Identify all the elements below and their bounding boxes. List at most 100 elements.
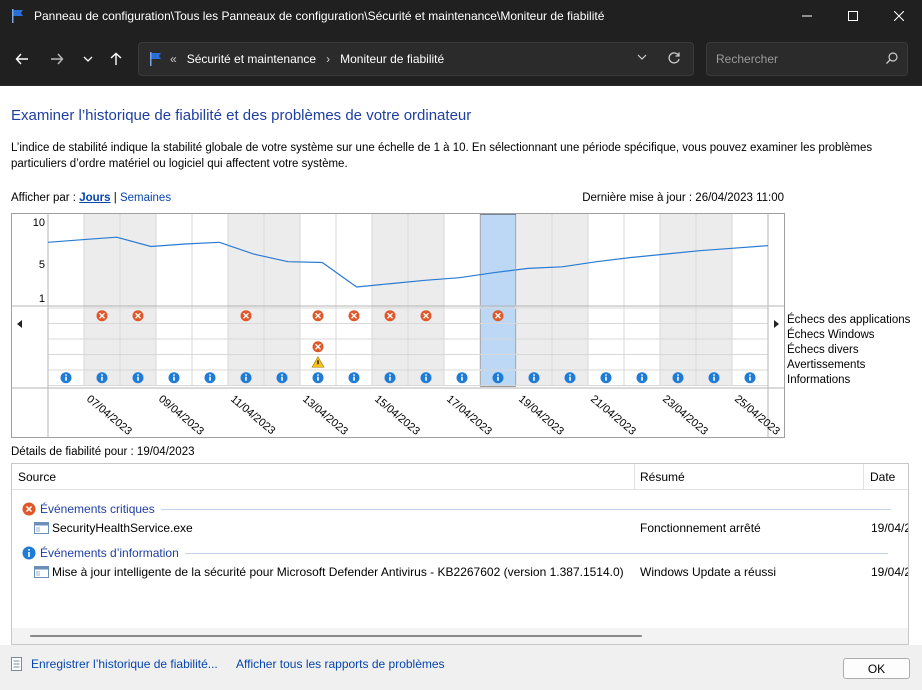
table-row[interactable]: SecurityHealthService.exe Fonctionnement… <box>12 521 908 539</box>
info-icon-dot <box>65 374 67 376</box>
arrow-right-icon <box>51 53 64 65</box>
arrow-up-icon <box>110 52 122 65</box>
info-icon-stem <box>641 376 643 381</box>
info-icon-stem <box>209 376 211 381</box>
info-icon-dot <box>569 374 571 376</box>
weekend-column <box>264 214 300 386</box>
info-icon-stem <box>65 376 67 381</box>
group-critical-label: Événements critiques <box>40 502 155 516</box>
column-date[interactable]: Date <box>870 470 895 484</box>
view-days-link[interactable]: Jours <box>79 192 110 204</box>
info-icon-stem <box>533 376 535 381</box>
close-button[interactable] <box>876 0 922 32</box>
column-summary[interactable]: Résumé <box>640 470 685 484</box>
info-icon-stem <box>281 376 283 381</box>
application-icon <box>34 566 49 578</box>
group-divider <box>160 508 891 510</box>
up-button[interactable] <box>104 47 128 71</box>
info-icon-stem <box>605 376 607 381</box>
search-box[interactable] <box>706 42 908 76</box>
maximize-icon <box>848 11 858 21</box>
weekend-column <box>408 214 444 386</box>
search-input[interactable] <box>707 43 877 75</box>
scroll-right-icon[interactable] <box>774 320 779 328</box>
x-tick-label: 15/04/2023 <box>372 393 422 437</box>
view-by-label: Afficher par : <box>11 192 76 204</box>
legend-windows-failures: Échecs Windows <box>787 329 875 341</box>
refresh-button[interactable] <box>667 51 681 68</box>
legend-informations: Informations <box>787 374 851 386</box>
group-critical-events[interactable]: Événements critiques <box>22 502 891 516</box>
group-information-events[interactable]: Événements d’information <box>22 546 888 560</box>
info-icon-dot <box>245 374 247 376</box>
page-description: L’indice de stabilité indique la stabili… <box>11 142 873 170</box>
group-information-label: Événements d’information <box>40 546 179 560</box>
row-summary: Fonctionnement arrêté <box>640 521 761 535</box>
weekend-column <box>84 214 120 386</box>
recent-locations-button[interactable] <box>76 47 100 71</box>
weekend-column <box>372 214 408 386</box>
close-icon <box>894 11 904 21</box>
info-icon-dot <box>677 374 679 376</box>
back-button[interactable] <box>10 47 34 71</box>
horizontal-scrollbar[interactable] <box>12 628 908 644</box>
row-source: Mise à jour intelligente de la sécurité … <box>34 565 624 579</box>
info-icon-stem <box>749 376 751 381</box>
info-icon-dot <box>425 374 427 376</box>
info-icon-stem <box>137 376 139 381</box>
ok-button[interactable]: OK <box>843 658 910 679</box>
info-icon-dot <box>497 374 499 376</box>
minimize-icon <box>802 15 812 17</box>
info-icon-dot <box>281 374 283 376</box>
row-summary: Windows Update a réussi <box>640 565 777 579</box>
view-by: Afficher par : Jours | Semaines <box>11 192 171 204</box>
table-row[interactable]: Mise à jour intelligente de la sécurité … <box>12 565 908 583</box>
search-icon[interactable] <box>885 51 899 68</box>
view-all-reports-link[interactable]: Afficher tous les rapports de problèmes <box>236 657 445 671</box>
y-tick-label: 10 <box>33 217 45 229</box>
breadcrumb-overflow[interactable]: « <box>170 52 177 66</box>
scroll-left-icon[interactable] <box>17 320 22 328</box>
view-weeks-link[interactable]: Semaines <box>120 192 171 204</box>
row-date: 19/04/2 <box>871 565 909 579</box>
selected-day-column <box>480 214 516 386</box>
weekend-column <box>552 214 588 386</box>
reliability-chart[interactable]: 10 5 1 07/04/2023 09/04/2023 11/04/2023 13/04/… <box>11 213 785 438</box>
breadcrumb-security-maintenance[interactable]: Sécurité et maintenance <box>187 52 316 66</box>
info-icon-dot <box>533 374 535 376</box>
info-icon-dot <box>173 374 175 376</box>
maximize-button[interactable] <box>830 0 876 32</box>
info-icon-stem <box>173 376 175 381</box>
column-divider[interactable] <box>863 464 864 490</box>
footer: Enregistrer l’historique de fiabilité...… <box>0 645 922 690</box>
save-history-link[interactable]: Enregistrer l’historique de fiabilité... <box>31 657 218 671</box>
info-icon-dot <box>641 374 643 376</box>
info-icon-dot <box>317 374 319 376</box>
info-icon-dot <box>713 374 715 376</box>
info-icon-stem <box>317 376 319 381</box>
forward-button[interactable] <box>45 47 69 71</box>
reliability-chart-svg[interactable]: 10 5 1 07/04/2023 09/04/2023 11/04/2023 13/04/… <box>12 214 784 437</box>
refresh-icon <box>668 52 680 64</box>
legend-warnings: Avertissements <box>787 359 866 371</box>
weekend-column <box>516 214 552 386</box>
minimize-button[interactable] <box>784 0 830 32</box>
x-tick-label: 09/04/2023 <box>156 393 206 437</box>
info-icon <box>22 546 36 560</box>
address-dropdown-button[interactable] <box>637 51 647 65</box>
info-icon-stem <box>461 376 463 381</box>
info-icon-stem <box>245 376 247 381</box>
column-divider[interactable] <box>634 464 635 490</box>
address-bar[interactable]: « Sécurité et maintenance › Moniteur de … <box>138 42 694 76</box>
column-source[interactable]: Source <box>18 470 56 484</box>
info-icon-stem <box>389 376 391 381</box>
info-icon-stem <box>353 376 355 381</box>
flag-icon <box>150 52 161 66</box>
scrollbar-thumb[interactable] <box>30 635 642 637</box>
x-tick-label: 19/04/2023 <box>516 393 566 437</box>
arrow-left-icon <box>15 53 28 65</box>
application-icon <box>34 522 49 534</box>
breadcrumb-reliability-monitor[interactable]: Moniteur de fiabilité <box>340 52 444 66</box>
page-title: Examiner l’historique de fiabilité et de… <box>11 107 472 124</box>
x-tick-label: 17/04/2023 <box>444 393 494 437</box>
